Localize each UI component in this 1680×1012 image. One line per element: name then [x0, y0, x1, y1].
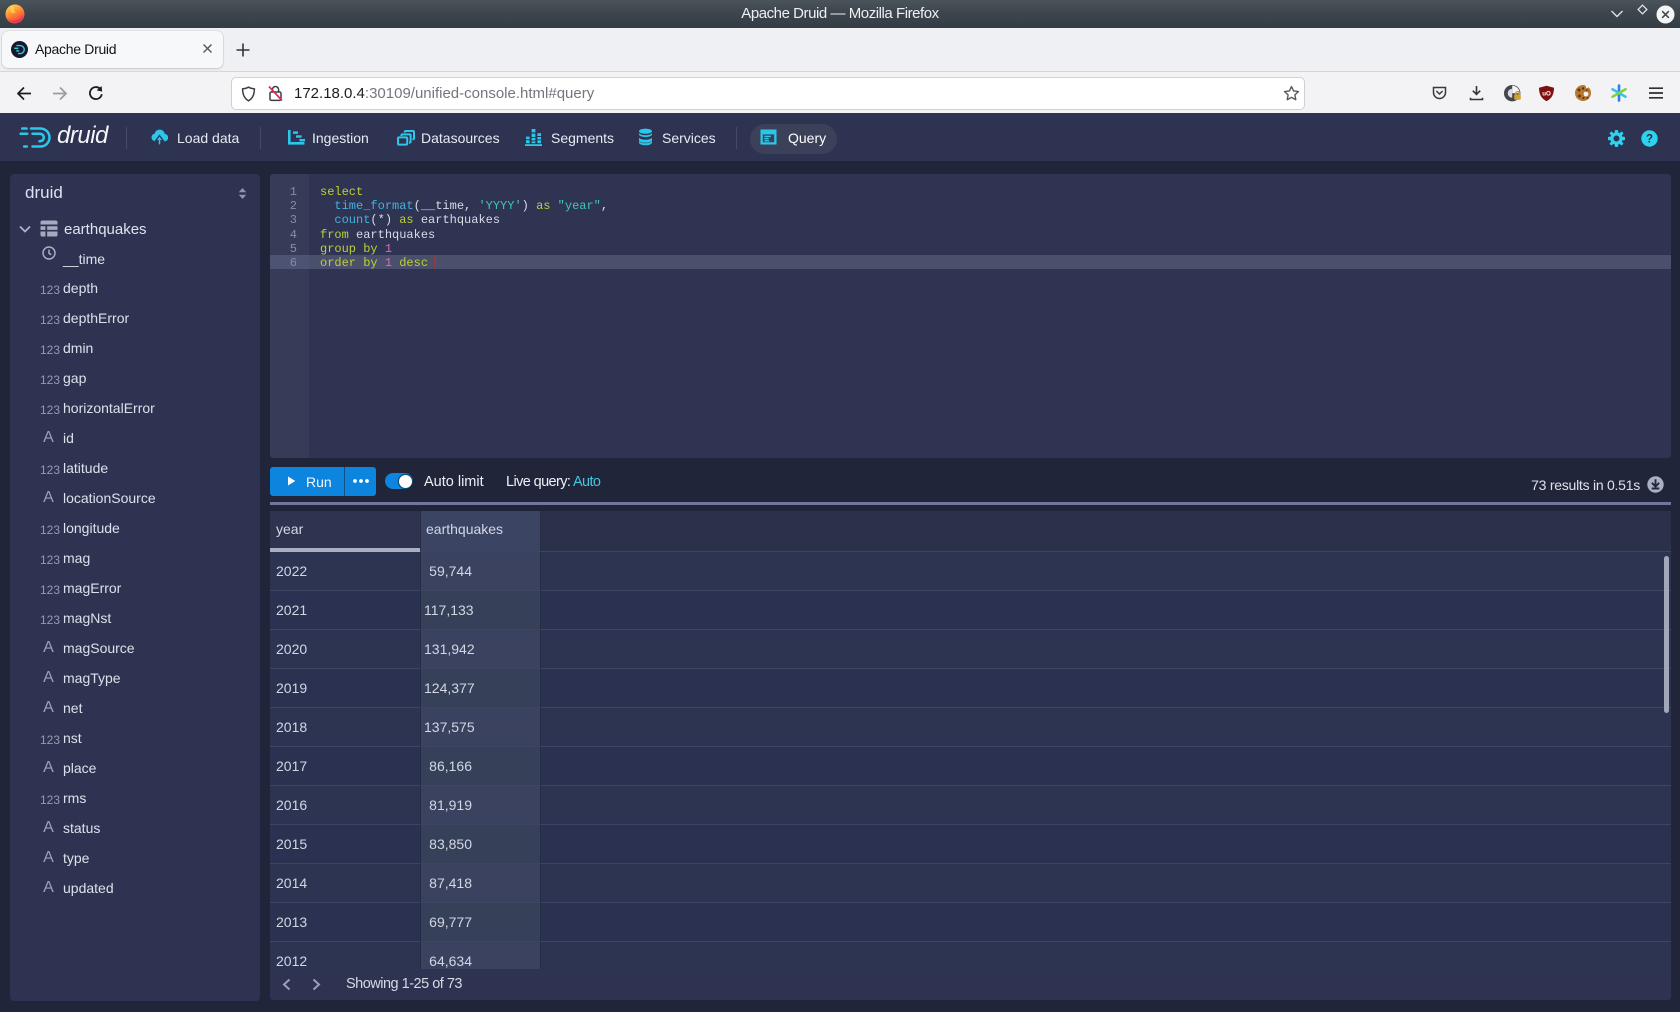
svg-text:?: ?	[1646, 134, 1653, 146]
svg-text:uO: uO	[1542, 91, 1551, 98]
